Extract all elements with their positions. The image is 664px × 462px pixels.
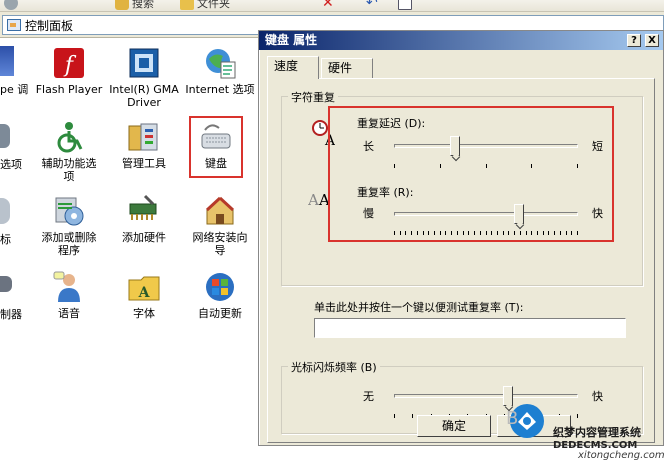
search-button[interactable]: 搜索 — [115, 0, 154, 11]
slider-tick — [394, 414, 395, 418]
screenshot-root: 搜索 文件夹 ✕ ↶ 控制面板 pe 调 选项 标 制器 f Flash Pla… — [0, 0, 664, 462]
views-icon — [398, 0, 412, 10]
edge-icon-1[interactable] — [0, 46, 14, 76]
cp-item-flash-player[interactable]: f Flash Player — [31, 46, 107, 96]
network-wizard-icon — [203, 194, 237, 228]
watermark-latin: B — [506, 408, 519, 429]
tab-hardware[interactable]: 硬件 — [321, 58, 373, 78]
cp-item-automatic-updates[interactable]: 自动更新 — [182, 270, 258, 320]
edge-label-4: 制器 — [0, 308, 22, 321]
help-button[interactable]: ? — [627, 34, 641, 47]
cp-item-fonts[interactable]: A 字体 — [106, 270, 182, 320]
back-button[interactable] — [4, 0, 18, 11]
folders-button-label: 文件夹 — [197, 0, 230, 10]
close-button[interactable]: X — [645, 34, 659, 47]
edge-icon-3[interactable] — [0, 198, 10, 224]
ok-button[interactable]: 确定 — [417, 415, 491, 437]
delete-icon: ✕ — [322, 0, 334, 11]
cp-item-accessibility[interactable]: 辅助功能选 项 — [31, 120, 107, 183]
automatic-updates-icon — [203, 270, 237, 304]
search-button-label: 搜索 — [132, 0, 154, 10]
accessibility-icon — [52, 120, 86, 154]
search-icon — [115, 0, 129, 10]
cp-item-label: 添加或删除 程序 — [41, 231, 97, 257]
slider-tick — [577, 414, 578, 418]
add-remove-programs-icon — [52, 194, 86, 228]
cp-item-speech[interactable]: 语音 — [31, 270, 107, 320]
cp-item-label: 语音 — [58, 307, 80, 320]
folders-button[interactable]: 文件夹 — [180, 0, 230, 11]
internet-options-icon — [203, 46, 237, 80]
cp-item-label: 自动更新 — [198, 307, 242, 320]
cursor-blink-max-label: 快 — [592, 390, 603, 403]
undo-button[interactable]: ↶ — [366, 0, 378, 11]
cp-item-internet-options[interactable]: Internet 选项 — [182, 46, 258, 96]
repeat-test-input[interactable] — [314, 318, 626, 338]
keyboard-highlight-box — [189, 116, 243, 178]
cp-item-label: 管理工具 — [122, 157, 166, 170]
cp-item-label: Flash Player — [35, 83, 103, 96]
cp-item-label: 添加硬件 — [122, 231, 166, 244]
watermark-site-name: 织梦内容管理系统 — [553, 426, 641, 439]
character-repeat-legend: 字符重复 — [288, 89, 338, 105]
svg-text:A: A — [138, 285, 151, 301]
add-hardware-icon — [127, 194, 161, 228]
edge-label-2: 选项 — [0, 158, 22, 171]
explorer-toolbar: 搜索 文件夹 ✕ ↶ — [0, 0, 664, 12]
cp-item-add-hardware[interactable]: 添加硬件 — [106, 194, 182, 244]
flash-player-icon: f — [52, 46, 86, 80]
cursor-blink-track — [394, 394, 578, 398]
folders-icon — [180, 0, 194, 10]
speech-icon — [52, 270, 86, 304]
watermark-url-2: xitongcheng.com — [578, 450, 664, 461]
admin-tools-icon — [127, 120, 161, 154]
cp-item-intel-gma[interactable]: Intel(R) GMA Driver — [106, 46, 182, 109]
cp-item-label: Intel(R) GMA Driver — [109, 83, 179, 109]
cp-item-label: 网络安装向 导 — [192, 231, 248, 257]
control-panel-folder-icon — [7, 19, 21, 31]
fonts-icon: A — [127, 270, 161, 304]
cp-item-label: 字体 — [133, 307, 155, 320]
dialog-title-bar[interactable]: 键盘 属性 — [259, 31, 663, 50]
cp-item-label: 辅助功能选 项 — [41, 157, 97, 183]
cursor-blink-min-label: 无 — [363, 390, 374, 403]
views-button[interactable] — [398, 0, 412, 11]
dialog-title: 键盘 属性 — [265, 33, 318, 47]
delete-button[interactable]: ✕ — [322, 0, 334, 11]
cp-item-network-wizard[interactable]: 网络安装向 导 — [182, 194, 258, 257]
annotation-highlight-box — [328, 106, 614, 242]
undo-icon: ↶ — [366, 0, 378, 11]
slider-tick — [412, 414, 413, 418]
test-area-label: 单击此处并按住一个键以便测试重复率 (T): — [314, 301, 524, 314]
intel-gma-icon — [127, 46, 161, 80]
cp-item-label: Internet 选项 — [185, 83, 255, 96]
tab-speed[interactable]: 速度 — [267, 56, 319, 79]
edge-label-1: pe 调 — [0, 83, 29, 96]
cp-item-add-remove-programs[interactable]: 添加或删除 程序 — [31, 194, 107, 257]
cp-item-admin-tools[interactable]: 管理工具 — [106, 120, 182, 170]
edge-label-3: 标 — [0, 233, 11, 246]
address-text: 控制面板 — [25, 18, 74, 33]
back-arrow-icon — [4, 0, 18, 10]
edge-icon-2[interactable] — [0, 124, 10, 148]
edge-icon-4[interactable] — [0, 276, 12, 292]
cursor-blink-legend: 光标闪烁频率 (B) — [288, 359, 380, 375]
